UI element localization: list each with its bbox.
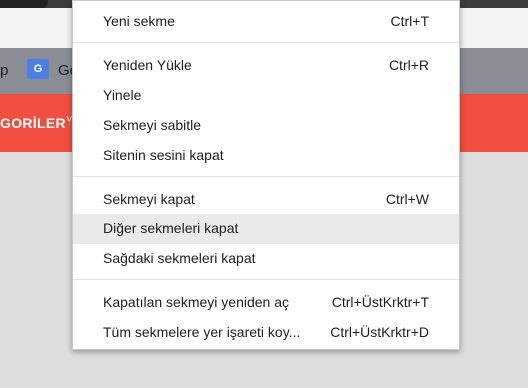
active-tab-edge[interactable] [0, 0, 48, 8]
menu-item-reload[interactable]: Yeniden Yükle Ctrl+R [73, 51, 459, 81]
bookmark-partial-label[interactable]: p [0, 62, 8, 79]
menu-item-bookmark-all-tabs[interactable]: Tüm sekmelere yer işareti koy... Ctrl+Üs… [73, 318, 459, 348]
menu-item-duplicate[interactable]: Yinele [73, 81, 459, 111]
nav-categories-label[interactable]: GORİLER [0, 115, 66, 131]
menu-item-label: Tüm sekmelere yer işareti koy... [103, 324, 301, 340]
menu-separator [73, 279, 459, 280]
menu-item-label: Sitenin sesini kapat [103, 147, 224, 163]
google-translate-icon[interactable]: G [27, 59, 49, 79]
menu-item-label: Sağdaki sekmeleri kapat [103, 250, 256, 266]
menu-item-shortcut: Ctrl+R [388, 57, 429, 73]
menu-item-pin-tab[interactable]: Sekmeyi sabitle [73, 111, 459, 141]
tab-context-menu: Yeni sekme Ctrl+T Yeniden Yükle Ctrl+R Y… [72, 0, 460, 350]
menu-item-label: Sekmeyi sabitle [103, 117, 202, 133]
menu-item-mute-site[interactable]: Sitenin sesini kapat [73, 141, 459, 171]
menu-item-label: Yeniden Yükle [103, 57, 192, 73]
menu-separator [73, 42, 459, 43]
menu-item-shortcut: Ctrl+W [385, 191, 429, 207]
menu-item-new-tab[interactable]: Yeni sekme Ctrl+T [73, 7, 459, 37]
menu-item-shortcut: Ctrl+ÜstKrktr+D [330, 324, 429, 340]
menu-item-close-tabs-right[interactable]: Sağdaki sekmeleri kapat [73, 244, 459, 274]
menu-item-shortcut: Ctrl+T [390, 13, 430, 29]
menu-item-label: Yeni sekme [103, 13, 175, 29]
menu-item-label: Sekmeyi kapat [103, 191, 195, 207]
menu-item-close-tab[interactable]: Sekmeyi kapat Ctrl+W [73, 185, 459, 215]
menu-item-label: Yinele [103, 87, 142, 103]
menu-item-close-other-tabs[interactable]: Diğer sekmeleri kapat [73, 214, 459, 244]
menu-item-label: Diğer sekmeleri kapat [103, 220, 239, 236]
menu-item-shortcut: Ctrl+ÜstKrktr+T [331, 294, 429, 310]
menu-item-label: Kapatılan sekmeyi yeniden aç [103, 294, 289, 310]
menu-separator [73, 176, 459, 177]
menu-item-reopen-closed-tab[interactable]: Kapatılan sekmeyi yeniden aç Ctrl+ÜstKrk… [73, 288, 459, 318]
